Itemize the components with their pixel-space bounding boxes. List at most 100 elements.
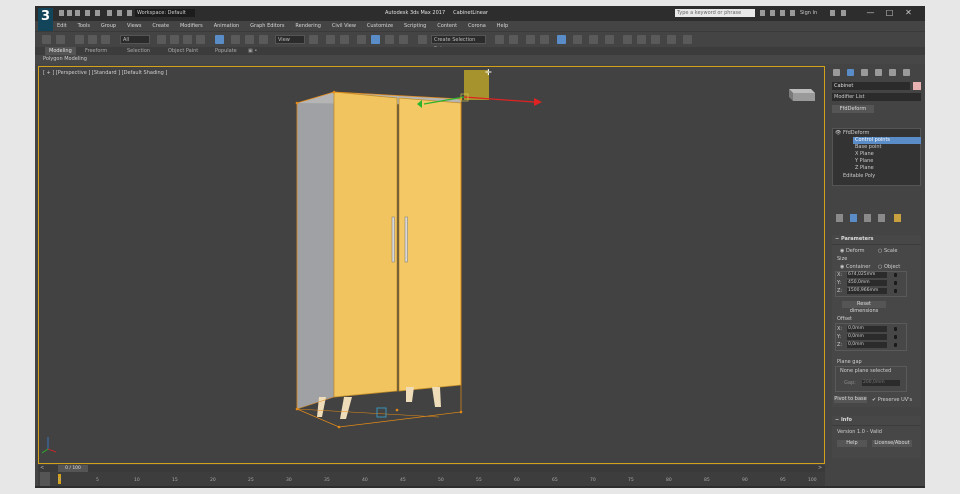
lock-icon[interactable] bbox=[894, 273, 897, 277]
menu-content[interactable]: Content bbox=[437, 21, 457, 31]
reference-coordinate-dropdown[interactable]: View bbox=[275, 35, 305, 44]
lock-icon[interactable] bbox=[894, 343, 897, 347]
workspace-icon[interactable] bbox=[127, 10, 132, 16]
stack-item-control-points[interactable]: Control points bbox=[853, 137, 921, 144]
pivot-center-icon[interactable] bbox=[309, 35, 318, 44]
object-color-swatch[interactable] bbox=[913, 82, 921, 90]
menu-create[interactable]: Create bbox=[152, 21, 169, 31]
size-x-spinner[interactable]: 674,025mm bbox=[847, 272, 887, 278]
rotate-icon[interactable] bbox=[231, 35, 240, 44]
curve-editor-icon[interactable] bbox=[573, 35, 582, 44]
close-button[interactable]: ✕ bbox=[903, 8, 914, 18]
menu-scripting[interactable]: Scripting bbox=[404, 21, 426, 31]
menu-help[interactable]: Help bbox=[497, 21, 508, 31]
eye-icon[interactable]: 👁 bbox=[835, 130, 841, 137]
minimize-button[interactable]: — bbox=[865, 8, 876, 18]
undo-tool-icon[interactable] bbox=[42, 35, 51, 44]
maximize-button[interactable]: □ bbox=[884, 8, 895, 18]
show-end-result-icon[interactable] bbox=[850, 214, 857, 222]
tab-object-paint[interactable]: Object Paint bbox=[168, 47, 198, 55]
render-production-icon[interactable] bbox=[651, 35, 660, 44]
container-radio[interactable]: ◉ Container bbox=[840, 264, 870, 270]
subscription-icon[interactable] bbox=[770, 10, 775, 16]
stack-item-y-plane[interactable]: Y Plane bbox=[855, 158, 873, 165]
tab-selection[interactable]: Selection bbox=[127, 47, 150, 55]
toggle-scene-explorer-icon[interactable] bbox=[526, 35, 535, 44]
undo-icon[interactable] bbox=[85, 10, 90, 16]
help-icon[interactable] bbox=[841, 10, 846, 16]
scale-radio[interactable]: ○ Scale bbox=[878, 248, 897, 254]
remove-modifier-icon[interactable] bbox=[878, 214, 885, 222]
binoculars-icon[interactable] bbox=[760, 10, 765, 16]
render-in-cloud-icon[interactable] bbox=[683, 35, 692, 44]
pin-stack-icon[interactable] bbox=[836, 214, 843, 222]
lock-icon[interactable] bbox=[894, 327, 897, 331]
open-file-icon[interactable] bbox=[67, 10, 72, 16]
menu-edit[interactable]: Edit bbox=[57, 21, 67, 31]
select-object-icon[interactable] bbox=[157, 35, 166, 44]
material-editor-icon[interactable] bbox=[605, 35, 614, 44]
stack-item-x-plane[interactable]: X Plane bbox=[855, 151, 874, 158]
app-logo-icon[interactable]: 3 bbox=[38, 8, 53, 33]
time-slider-prev-icon[interactable]: < bbox=[40, 465, 44, 472]
track-bar[interactable]: 0 5 10 15 20 25 30 35 40 45 50 55 60 65 … bbox=[38, 472, 825, 486]
exchange-icon[interactable] bbox=[830, 10, 835, 16]
lock-icon[interactable] bbox=[894, 335, 897, 339]
menu-modifiers[interactable]: Modifiers bbox=[180, 21, 203, 31]
snaps-toggle-icon[interactable] bbox=[357, 35, 366, 44]
parameters-header[interactable]: − Parameters bbox=[832, 235, 921, 245]
display-tab-icon[interactable] bbox=[889, 69, 896, 76]
edit-named-selection-icon[interactable] bbox=[418, 35, 427, 44]
menu-tools[interactable]: Tools bbox=[78, 21, 90, 31]
deform-radio[interactable]: ◉ Deform bbox=[840, 248, 865, 254]
motion-tab-icon[interactable] bbox=[875, 69, 882, 76]
object-name-field[interactable]: Cabinet bbox=[832, 82, 910, 90]
utilities-tab-icon[interactable] bbox=[903, 69, 910, 76]
time-slider[interactable]: < 0 / 100 > bbox=[38, 465, 825, 472]
offset-z-spinner[interactable]: 0,0mm bbox=[847, 342, 887, 348]
toggle-ribbon-icon[interactable] bbox=[557, 35, 566, 44]
modify-tab-icon[interactable] bbox=[847, 69, 854, 76]
selection-filter-dropdown[interactable]: All bbox=[120, 35, 150, 44]
rendered-frame-window-icon[interactable] bbox=[637, 35, 646, 44]
toggle-layer-explorer-icon[interactable] bbox=[540, 35, 549, 44]
lock-icon[interactable] bbox=[894, 289, 897, 293]
polygon-modeling-label[interactable]: Polygon Modeling bbox=[43, 55, 87, 64]
render-setup-icon[interactable] bbox=[623, 35, 632, 44]
stack-item-ffddeform[interactable]: FfdDeform bbox=[843, 130, 869, 137]
place-icon[interactable] bbox=[259, 35, 268, 44]
search-input[interactable]: Type a keyword or phrase bbox=[675, 9, 755, 17]
menu-rendering[interactable]: Rendering bbox=[295, 21, 321, 31]
unlink-icon[interactable] bbox=[88, 35, 97, 44]
tab-modeling[interactable]: Modeling bbox=[45, 47, 76, 55]
percent-snap-icon[interactable] bbox=[385, 35, 394, 44]
tab-populate[interactable]: Populate bbox=[215, 47, 237, 55]
hierarchy-tab-icon[interactable] bbox=[861, 69, 868, 76]
user-icon[interactable] bbox=[790, 10, 795, 16]
redo-tool-icon[interactable] bbox=[56, 35, 65, 44]
menu-graph-editors[interactable]: Graph Editors bbox=[250, 21, 284, 31]
size-y-spinner[interactable]: 450,0mm bbox=[847, 280, 887, 286]
align-icon[interactable] bbox=[509, 35, 518, 44]
undo-history-icon[interactable] bbox=[117, 10, 122, 16]
stack-item-base-point[interactable]: Base point bbox=[855, 144, 882, 151]
lock-icon[interactable] bbox=[894, 281, 897, 285]
save-file-icon[interactable] bbox=[75, 10, 80, 16]
frame-counter[interactable]: 0 / 100 bbox=[58, 465, 88, 472]
perspective-viewport[interactable]: [ + ] [Perspective ] [Standard ] [Defaul… bbox=[38, 66, 825, 464]
stack-item-z-plane[interactable]: Z Plane bbox=[855, 165, 874, 172]
rectangular-selection-icon[interactable] bbox=[183, 35, 192, 44]
keyboard-shortcut-icon[interactable] bbox=[340, 35, 349, 44]
link-icon[interactable] bbox=[75, 35, 84, 44]
ffddeform-button[interactable]: FfdDeform bbox=[832, 105, 874, 113]
workspace-dropdown[interactable]: Workspace: Default bbox=[135, 9, 195, 17]
menu-animation[interactable]: Animation bbox=[214, 21, 240, 31]
window-crossing-icon[interactable] bbox=[196, 35, 205, 44]
menu-civil-view[interactable]: Civil View bbox=[332, 21, 356, 31]
sign-in-button[interactable]: Sign In bbox=[800, 10, 817, 16]
angle-snap-icon[interactable] bbox=[371, 35, 380, 44]
render-iterative-icon[interactable] bbox=[667, 35, 676, 44]
pivot-to-base-button[interactable]: Pivot to base bbox=[834, 396, 867, 403]
menu-corona[interactable]: Corona bbox=[468, 21, 486, 31]
redo-icon[interactable] bbox=[95, 10, 100, 16]
